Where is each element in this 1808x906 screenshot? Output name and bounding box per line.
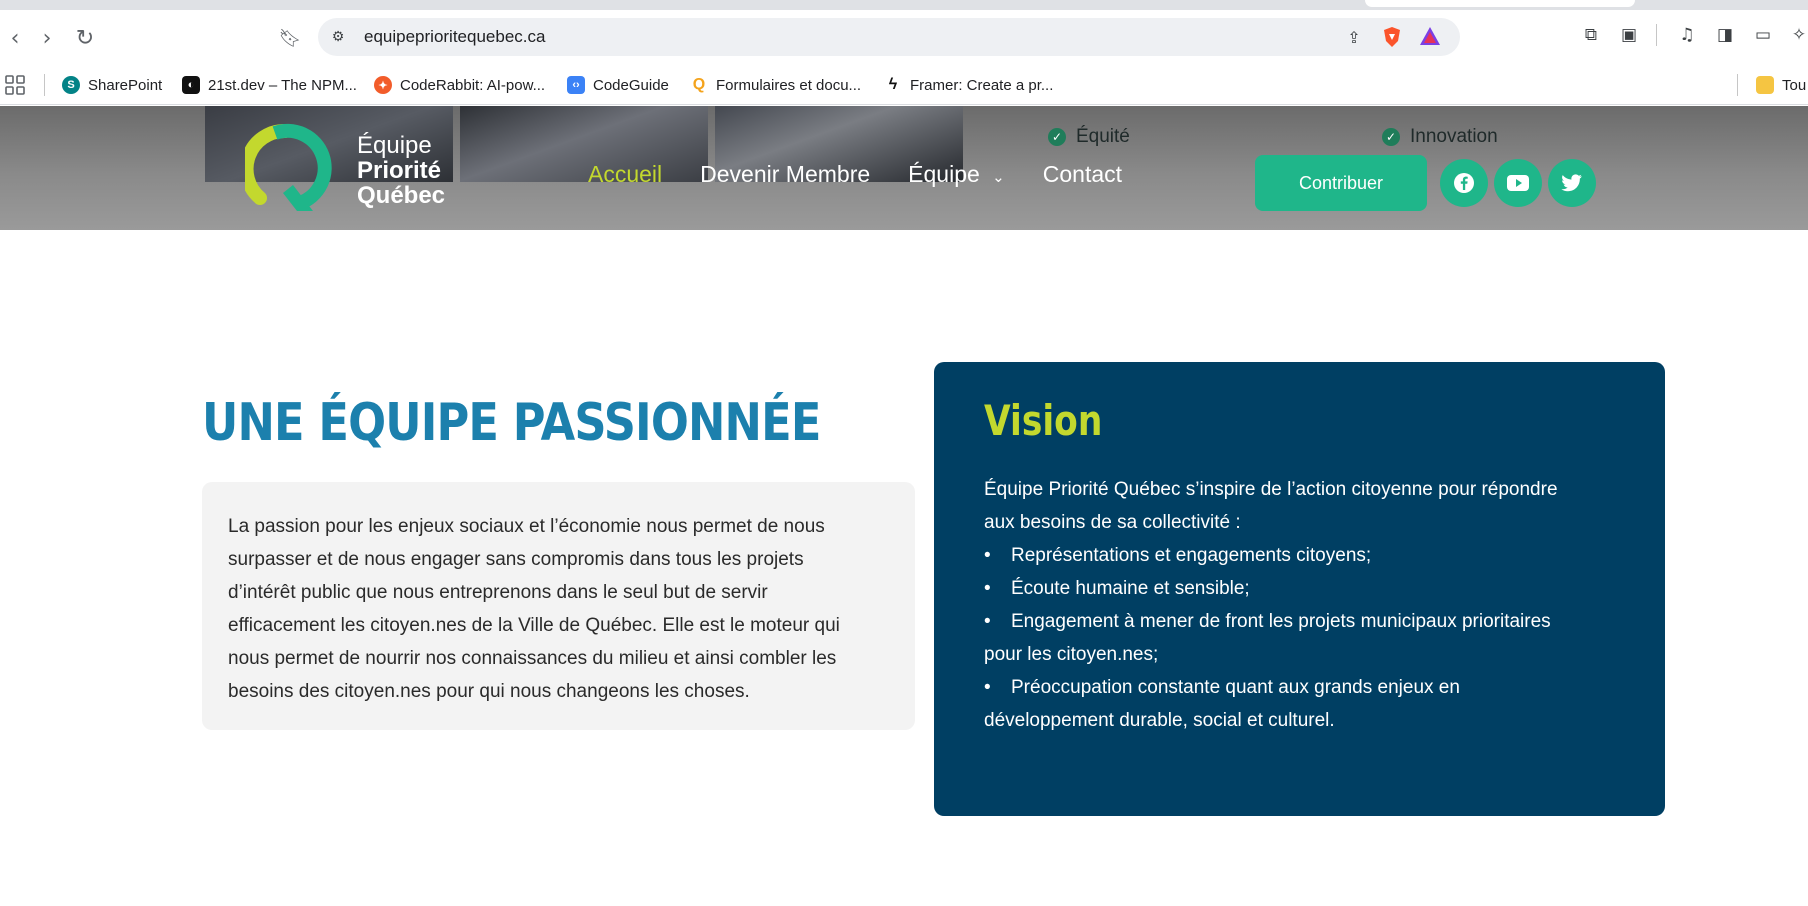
- address-bar[interactable]: ⚙ equipeprioritequebec.ca ⇪: [318, 18, 1460, 56]
- sharepoint-icon: S: [62, 76, 80, 94]
- section-title: UNE ÉQUIPE PASSIONNÉE: [202, 393, 821, 453]
- nav-equipe[interactable]: Équipe ⌄: [908, 161, 1005, 188]
- chevron-down-icon: ⌄: [992, 169, 1005, 186]
- bookmarks-bar: S SharePoint ◐ 21st.dev – The NPM... ✦ C…: [0, 65, 1808, 105]
- bookmark-coderabbit[interactable]: ✦ CodeRabbit: AI-pow...: [374, 73, 545, 97]
- paragraph-line: d’intérêt public que nous entreprenons d…: [228, 582, 768, 603]
- bookmark-folder[interactable]: Tou: [1756, 73, 1806, 97]
- list-item-text: Écoute humaine et sensible;: [1011, 578, 1250, 599]
- logo-text: Équipe Priorité Québec: [357, 133, 445, 208]
- nav-accueil[interactable]: Accueil: [588, 161, 662, 188]
- bookmark-label: CodeGuide: [593, 76, 669, 94]
- value-label: Innovation: [1410, 126, 1498, 147]
- paragraph-line: efficacement les citoyen.nes de la Ville…: [228, 615, 840, 636]
- paragraph-line: besoins des citoyen.nes pour qui nous ch…: [228, 681, 750, 702]
- bookmark-framer[interactable]: ϟ Framer: Create a pr...: [884, 73, 1054, 97]
- bookmark-label: Framer: Create a pr...: [910, 76, 1054, 94]
- browser-toolbar: ‹ › ↻ 🔖︎ ⚙ equipeprioritequebec.ca ⇪ ⧉ ▣…: [0, 10, 1808, 65]
- intro-line: aux besoins de sa collectivité :: [984, 512, 1241, 533]
- nav-equipe-label: Équipe: [908, 161, 980, 187]
- share-icon[interactable]: ⇪: [1342, 26, 1366, 50]
- toolbar-separator: [1656, 24, 1657, 46]
- bookmark-label: SharePoint: [88, 76, 163, 94]
- contribuer-button[interactable]: Contribuer: [1255, 155, 1427, 211]
- url-text[interactable]: equipeprioritequebec.ca: [364, 18, 545, 56]
- back-icon[interactable]: ‹: [0, 24, 30, 54]
- value-label: Équité: [1076, 126, 1130, 147]
- folder-icon: [1756, 76, 1774, 94]
- sidebar-icon[interactable]: ◨: [1712, 22, 1738, 48]
- youtube-icon[interactable]: [1494, 159, 1542, 207]
- leo-ai-icon[interactable]: ✧: [1786, 22, 1808, 48]
- twitter-icon[interactable]: [1548, 159, 1596, 207]
- bookmark-label: Tou: [1782, 76, 1807, 94]
- site-header: Équipe Priorité Québec ✓ Équité ✓ Innova…: [0, 106, 1808, 230]
- list-item-text: Représentations et engagements citoyens;: [1011, 545, 1372, 566]
- bookmark-codeguide[interactable]: ‹› CodeGuide: [567, 73, 669, 97]
- vision-intro: Équipe Priorité Québec s’inspire de l’ac…: [984, 473, 1615, 539]
- bookmark-sharepoint[interactable]: S SharePoint: [62, 73, 162, 97]
- list-item-text: Engagement à mener de front les projets …: [1011, 611, 1551, 632]
- codeguide-icon: ‹›: [567, 76, 585, 94]
- list-item: Écoute humaine et sensible;: [984, 572, 1615, 605]
- facebook-icon[interactable]: [1440, 159, 1488, 207]
- paragraph-line: nous permet de nourrir nos connaissances…: [228, 648, 837, 669]
- search-doc-icon: Q: [692, 76, 706, 93]
- paragraph-line: surpasser et de nous engager sans compro…: [228, 549, 804, 570]
- bookmark-label: 21st.dev – The NPM...: [208, 76, 357, 94]
- brave-shield-icon[interactable]: [1380, 26, 1404, 50]
- list-item: Préoccupation constante quant aux grands…: [984, 671, 1615, 737]
- apps-icon[interactable]: [4, 73, 26, 97]
- vision-title: Vision: [984, 396, 1103, 445]
- bookmarks-separator: [1737, 74, 1738, 96]
- check-icon: ✓: [1048, 128, 1066, 146]
- reload-icon[interactable]: ↻: [70, 24, 100, 54]
- list-item: Représentations et engagements citoyens;: [984, 539, 1615, 572]
- vision-list: Représentations et engagements citoyens;…: [984, 539, 1615, 737]
- check-icon: ✓: [1382, 128, 1400, 146]
- value-item: ✓ Équité: [1048, 126, 1130, 148]
- value-item: ✓ Innovation: [1382, 126, 1498, 148]
- site-logo[interactable]: Équipe Priorité Québec: [239, 123, 465, 213]
- forward-icon[interactable]: ›: [32, 24, 62, 54]
- nav-contact[interactable]: Contact: [1043, 161, 1122, 188]
- passion-card: La passion pour les enjeux sociaux et l’…: [202, 482, 915, 730]
- bookmark-label: Formulaires et docu...: [716, 76, 862, 94]
- main-nav: Accueil Devenir Membre Équipe ⌄ Contact: [588, 161, 1122, 188]
- bookmark-formulaires[interactable]: Q Formulaires et docu...: [690, 73, 861, 97]
- wallet-icon[interactable]: ▭: [1750, 22, 1776, 48]
- list-item: Engagement à mener de front les projets …: [984, 605, 1615, 671]
- logo-mark-icon: [239, 123, 332, 211]
- list-item-text: Préoccupation constante quant aux grands…: [1011, 677, 1460, 698]
- browser-tabstrip: [0, 0, 1808, 10]
- bookmarks-separator: [44, 74, 45, 96]
- brave-rewards-icon[interactable]: [1418, 26, 1442, 50]
- site-settings-icon[interactable]: ⚙: [328, 27, 348, 47]
- bookmark-page-icon[interactable]: 🔖︎: [275, 24, 305, 54]
- bookmark-21st-dev[interactable]: ◐ 21st.dev – The NPM...: [182, 73, 357, 97]
- logo-line: Priorité: [357, 157, 442, 184]
- list-item-text: développement durable, social et culture…: [984, 710, 1335, 731]
- intro-line: Équipe Priorité Québec s’inspire de l’ac…: [984, 479, 1558, 500]
- active-tab[interactable]: [1365, 0, 1635, 7]
- vision-card: Vision Équipe Priorité Québec s’inspire …: [934, 362, 1665, 816]
- framer-icon: ϟ: [888, 76, 898, 93]
- 21st-dev-icon: ◐: [182, 76, 200, 94]
- media-icon[interactable]: ♫: [1674, 22, 1700, 48]
- nav-devenir-membre[interactable]: Devenir Membre: [700, 161, 870, 188]
- passion-paragraph: La passion pour les enjeux sociaux et l’…: [228, 510, 889, 708]
- logo-line: Équipe: [357, 132, 432, 159]
- extensions-icon[interactable]: ⧉: [1578, 22, 1604, 48]
- bookmark-label: CodeRabbit: AI-pow...: [400, 76, 546, 94]
- tab-search-icon[interactable]: ▣: [1616, 22, 1642, 48]
- paragraph-line: La passion pour les enjeux sociaux et l’…: [228, 516, 825, 537]
- logo-line: Québec: [357, 182, 446, 209]
- coderabbit-icon: ✦: [374, 76, 392, 94]
- list-item-text: pour les citoyen.nes;: [984, 644, 1159, 665]
